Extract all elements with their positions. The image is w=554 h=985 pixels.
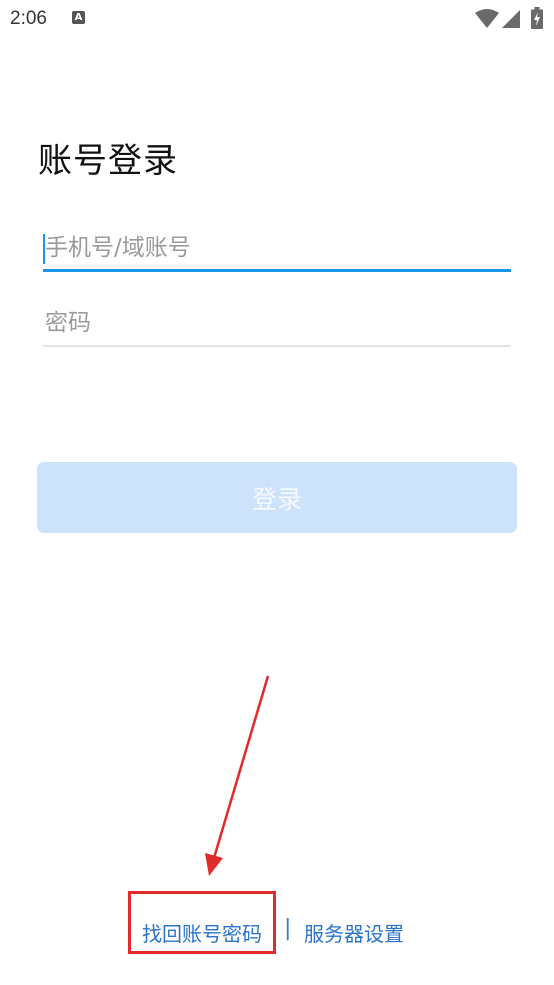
server-settings-link[interactable]: 服务器设置 bbox=[304, 918, 404, 947]
password-input[interactable] bbox=[43, 301, 511, 345]
signal-icon bbox=[502, 10, 520, 28]
battery-charging-icon bbox=[531, 7, 543, 29]
phone-account-field[interactable] bbox=[43, 226, 511, 272]
status-time: 2:06 bbox=[10, 8, 47, 29]
password-field[interactable] bbox=[43, 301, 511, 347]
wifi-icon bbox=[475, 9, 499, 28]
phone-account-input[interactable] bbox=[43, 226, 511, 270]
find-account-password-link[interactable]: 找回账号密码 bbox=[142, 918, 262, 947]
app-notification-icon: A bbox=[72, 11, 85, 24]
link-separator: | bbox=[284, 916, 292, 941]
bottom-links: 找回账号密码 | 服务器设置 bbox=[0, 912, 554, 952]
text-caret bbox=[43, 234, 45, 264]
password-field-underline bbox=[43, 345, 511, 347]
status-bar: 2:06 A bbox=[0, 0, 554, 40]
login-button[interactable]: 登录 bbox=[37, 462, 517, 533]
phone-field-underline bbox=[43, 269, 511, 272]
page-title: 账号登录 bbox=[38, 141, 178, 181]
